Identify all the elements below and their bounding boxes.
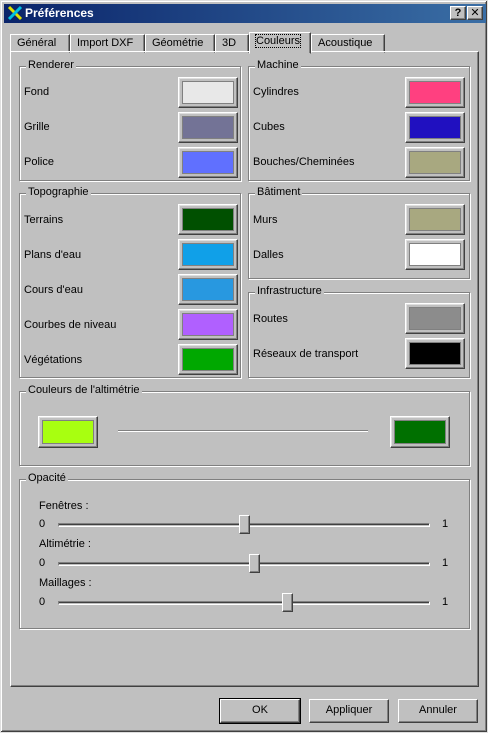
- row-label: Terrains: [24, 214, 64, 226]
- color-fill: [409, 151, 461, 174]
- group-title: Opacité: [26, 472, 68, 484]
- row-label: Dalles: [253, 249, 284, 261]
- title-bar[interactable]: Préférences ? ✕: [4, 4, 486, 23]
- row-label: Fond: [24, 86, 50, 98]
- row-label: Routes: [253, 313, 288, 325]
- color-fill: [394, 420, 446, 444]
- row-label: Réseaux de transport: [253, 348, 359, 360]
- slider-label: Altimétrie :: [39, 538, 91, 550]
- maillages-slider-thumb[interactable]: [281, 593, 293, 612]
- tab-label: 3D: [222, 37, 237, 49]
- tab-label: Géométrie: [152, 37, 204, 49]
- group-title: Renderer: [26, 59, 76, 71]
- row-label: Cylindres: [253, 86, 299, 98]
- row-label: Police: [24, 156, 54, 168]
- renderer-group: Renderer Fond Grille Police: [19, 59, 241, 181]
- row-label: Bouches/Cheminées: [253, 156, 355, 168]
- row-label: Cours d'eau: [24, 284, 83, 296]
- row-label: Plans d'eau: [24, 249, 82, 261]
- slider-min: 0: [39, 557, 46, 569]
- slider-min: 0: [39, 596, 46, 608]
- apply-button[interactable]: Appliquer: [309, 699, 389, 723]
- topographie-group: Topographie Terrains Plans d'eau Cours d…: [19, 186, 241, 378]
- color-fill: [409, 208, 461, 231]
- group-title: Bâtiment: [255, 186, 303, 198]
- close-button[interactable]: ✕: [467, 6, 483, 20]
- couleurs-panel: Renderer Fond Grille Police Machine Cyli…: [10, 51, 479, 687]
- dalles-color-button[interactable]: [405, 239, 465, 270]
- color-fill: [409, 342, 461, 365]
- bouches-color-button[interactable]: [405, 147, 465, 178]
- row-label: Murs: [253, 214, 278, 226]
- ok-button[interactable]: OK: [219, 698, 301, 724]
- batiment-group: Bâtiment Murs Dalles: [248, 186, 470, 279]
- terrains-color-button[interactable]: [178, 204, 238, 235]
- grille-color-button[interactable]: [178, 112, 238, 143]
- color-fill: [182, 151, 234, 174]
- tab-label: Acoustique: [318, 37, 373, 49]
- fenetres-slider-thumb[interactable]: [238, 515, 250, 534]
- color-fill: [182, 243, 234, 266]
- courbes-color-button[interactable]: [178, 309, 238, 340]
- group-title: Topographie: [26, 186, 91, 198]
- window-title: Préférences: [25, 6, 94, 20]
- color-fill: [409, 243, 461, 266]
- group-title: Couleurs de l'altimétrie: [26, 384, 142, 396]
- altimetrie-slider-track[interactable]: [58, 562, 430, 566]
- slider-label: Fenêtres :: [39, 500, 89, 512]
- plans-deau-color-button[interactable]: [178, 239, 238, 270]
- group-title: Machine: [255, 59, 301, 71]
- tab-label: Général: [17, 37, 57, 49]
- color-fill: [409, 116, 461, 139]
- maillages-slider-track[interactable]: [58, 601, 430, 605]
- slider-label: Maillages :: [39, 577, 92, 589]
- opacite-group: Opacité Fenêtres : 0 1 Altimétrie : 0 1 …: [19, 472, 470, 629]
- slider-min: 0: [39, 518, 46, 530]
- murs-color-button[interactable]: [405, 204, 465, 235]
- altimetrie-group: Couleurs de l'altimétrie: [19, 384, 470, 466]
- row-label: Végétations: [24, 354, 83, 366]
- slider-max: 1: [442, 596, 449, 608]
- color-fill: [409, 81, 461, 104]
- slider-max: 1: [442, 518, 449, 530]
- tab-label: Import DXF: [77, 37, 134, 49]
- altimetrie-slider-thumb[interactable]: [249, 554, 261, 573]
- gradient-line: [118, 430, 368, 432]
- tab-couleurs[interactable]: Couleurs: [249, 32, 311, 54]
- color-fill: [409, 307, 461, 330]
- infrastructure-group: Infrastructure Routes Réseaux de transpo…: [248, 285, 470, 378]
- slider-max: 1: [442, 557, 449, 569]
- altimetrie-end-color-button[interactable]: [390, 416, 450, 448]
- row-label: Courbes de niveau: [24, 319, 117, 331]
- police-color-button[interactable]: [178, 147, 238, 178]
- vegetations-color-button[interactable]: [178, 344, 238, 375]
- fond-color-button[interactable]: [178, 77, 238, 108]
- app-x-icon: [7, 5, 23, 21]
- altimetrie-start-color-button[interactable]: [38, 416, 98, 448]
- color-fill: [182, 208, 234, 231]
- machine-group: Machine Cylindres Cubes Bouches/Cheminée…: [248, 59, 470, 181]
- color-fill: [42, 420, 94, 444]
- cubes-color-button[interactable]: [405, 112, 465, 143]
- color-fill: [182, 348, 234, 371]
- color-fill: [182, 81, 234, 104]
- routes-color-button[interactable]: [405, 303, 465, 334]
- row-label: Cubes: [253, 121, 285, 133]
- group-title: Infrastructure: [255, 285, 324, 297]
- reseaux-color-button[interactable]: [405, 338, 465, 369]
- color-fill: [182, 278, 234, 301]
- help-button[interactable]: ?: [450, 6, 466, 20]
- tab-label: Couleurs: [254, 34, 302, 48]
- cylindres-color-button[interactable]: [405, 77, 465, 108]
- cancel-button[interactable]: Annuler: [398, 699, 478, 723]
- row-label: Grille: [24, 121, 50, 133]
- preferences-window: Préférences ? ✕ Général Import DXF Géomé…: [0, 0, 488, 733]
- cours-deau-color-button[interactable]: [178, 274, 238, 305]
- color-fill: [182, 313, 234, 336]
- color-fill: [182, 116, 234, 139]
